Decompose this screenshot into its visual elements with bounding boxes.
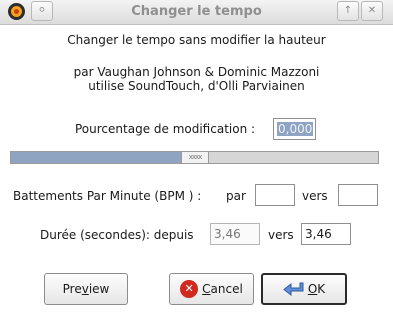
preview-button[interactable]: Preview — [44, 273, 128, 305]
percent-label: Pourcentage de modification : — [75, 122, 256, 136]
cancel-label: Cancel — [202, 282, 243, 296]
duration-from-input: 3,46 — [210, 223, 260, 245]
ok-button[interactable]: OK — [261, 273, 347, 305]
window-title: Changer le tempo — [131, 4, 262, 19]
bpm-from-input[interactable] — [255, 184, 295, 206]
bpm-to-label: vers — [302, 189, 328, 203]
duration-to-input[interactable]: 3,46 — [301, 223, 351, 245]
ok-label: OK — [307, 282, 326, 296]
cancel-icon: ✕ — [180, 280, 199, 298]
authors-line: par Vaughan Johnson & Dominic Mazzoni — [73, 65, 320, 79]
ok-arrow-icon — [283, 282, 304, 297]
title-bar: ⚪ Changer le tempo ↑ ✕ — [0, 0, 393, 25]
preview-label: Preview — [62, 282, 110, 296]
maximize-button[interactable]: ↑ — [337, 1, 359, 21]
dialog-heading: Changer le tempo sans modifier la hauteu… — [67, 33, 326, 47]
bpm-from-label: par — [226, 189, 246, 203]
slider-fill — [11, 152, 181, 163]
bpm-label: Battements Par Minute (BPM ) : — [13, 189, 202, 203]
tempo-slider[interactable]: ⅹⅹⅹⅹ — [10, 151, 379, 164]
duration-to-label: vers — [268, 228, 294, 242]
bpm-to-input[interactable] — [338, 184, 378, 206]
close-button[interactable]: ✕ — [361, 1, 383, 21]
cancel-button[interactable]: ✕ Cancel — [169, 273, 254, 305]
percent-value: 0,000 — [277, 122, 314, 136]
slider-thumb[interactable]: ⅹⅹⅹⅹ — [181, 151, 209, 164]
duration-label: Durée (secondes): depuis — [40, 228, 194, 242]
soundtouch-credit: utilise SoundTouch, d'Olli Parviainen — [88, 79, 305, 93]
percent-input[interactable]: 0,000 — [273, 118, 316, 140]
